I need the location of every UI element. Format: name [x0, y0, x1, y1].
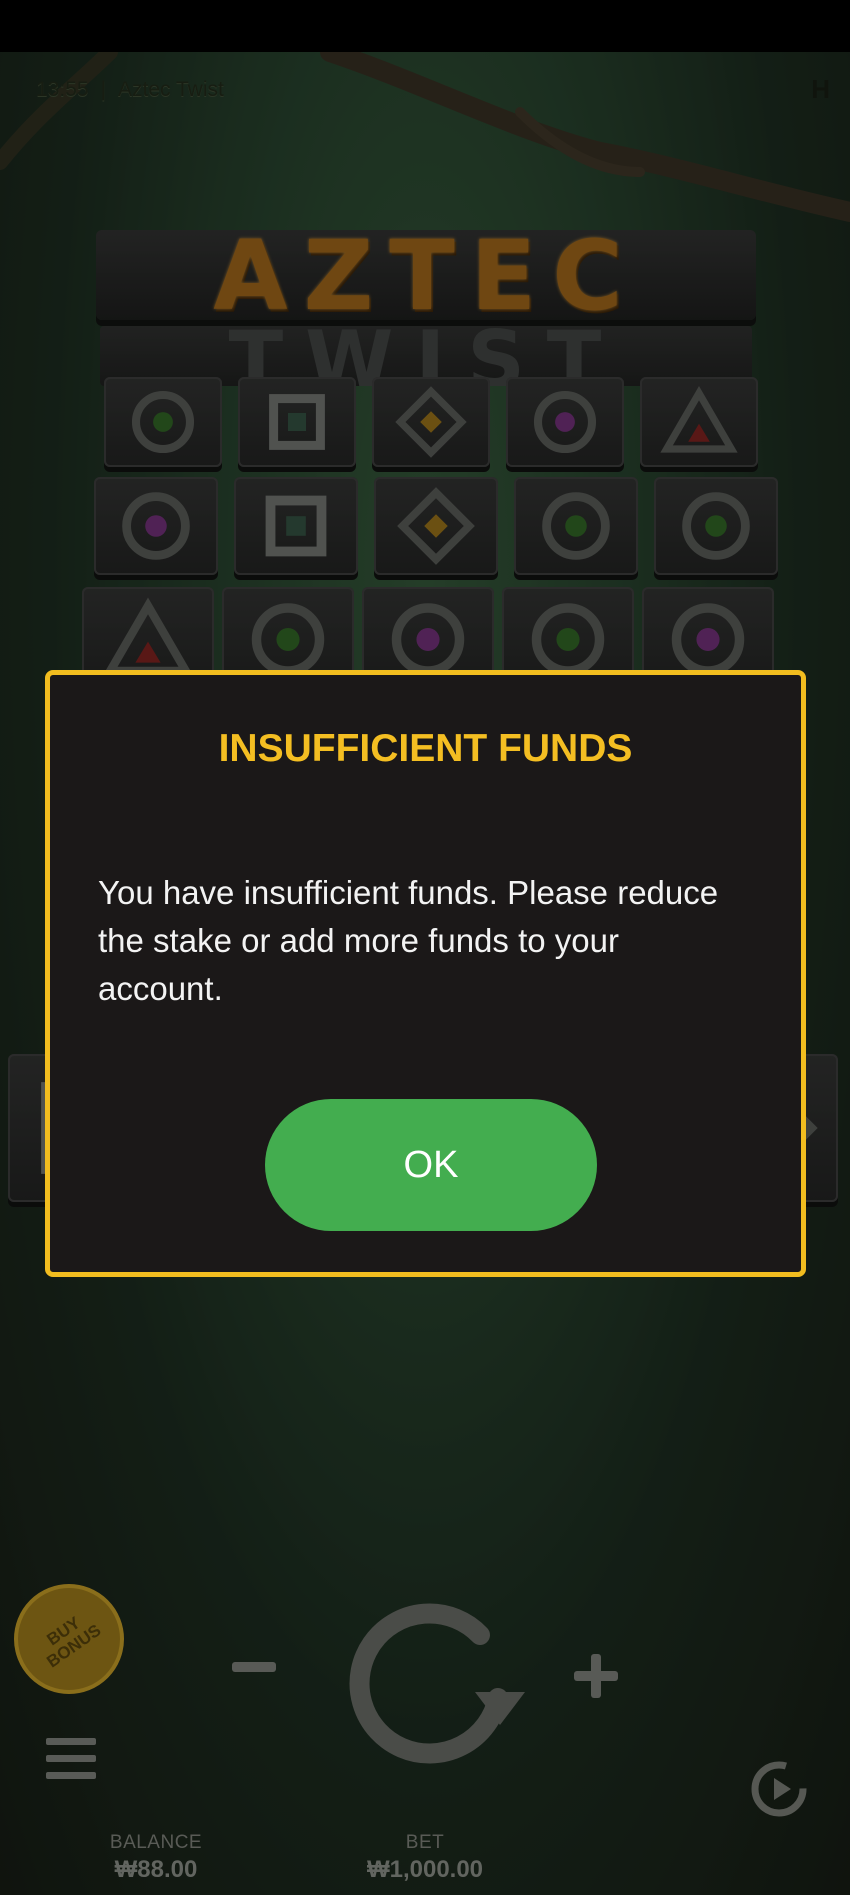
autoplay-icon[interactable]	[744, 1754, 814, 1824]
dialog-title: INSUFFICIENT FUNDS	[218, 727, 633, 770]
menu-icon[interactable]	[46, 1738, 96, 1780]
insufficient-funds-dialog: INSUFFICIENT FUNDS You have insufficient…	[45, 670, 806, 1277]
buy-bonus-button[interactable]: BUY BONUS	[14, 1584, 124, 1694]
system-status-bar	[0, 0, 850, 52]
balance-label: BALANCE	[109, 1832, 203, 1853]
decrease-bet-button[interactable]	[232, 1662, 276, 1672]
ok-button[interactable]: OK	[265, 1099, 597, 1231]
dialog-message: You have insufficient funds. Please redu…	[98, 874, 719, 1007]
bet-display: BET ₩1,000.00	[325, 1832, 525, 1884]
balance-value: ₩88.00	[114, 1856, 198, 1883]
balance-display: BALANCE ₩88.00	[56, 1832, 256, 1884]
bet-label: BET	[405, 1832, 445, 1853]
plus-vertical	[591, 1654, 601, 1698]
spin-icon[interactable]	[330, 1580, 530, 1780]
bet-value: ₩1,000.00	[366, 1856, 484, 1883]
buy-bonus-label: BUY BONUS	[43, 1613, 105, 1672]
